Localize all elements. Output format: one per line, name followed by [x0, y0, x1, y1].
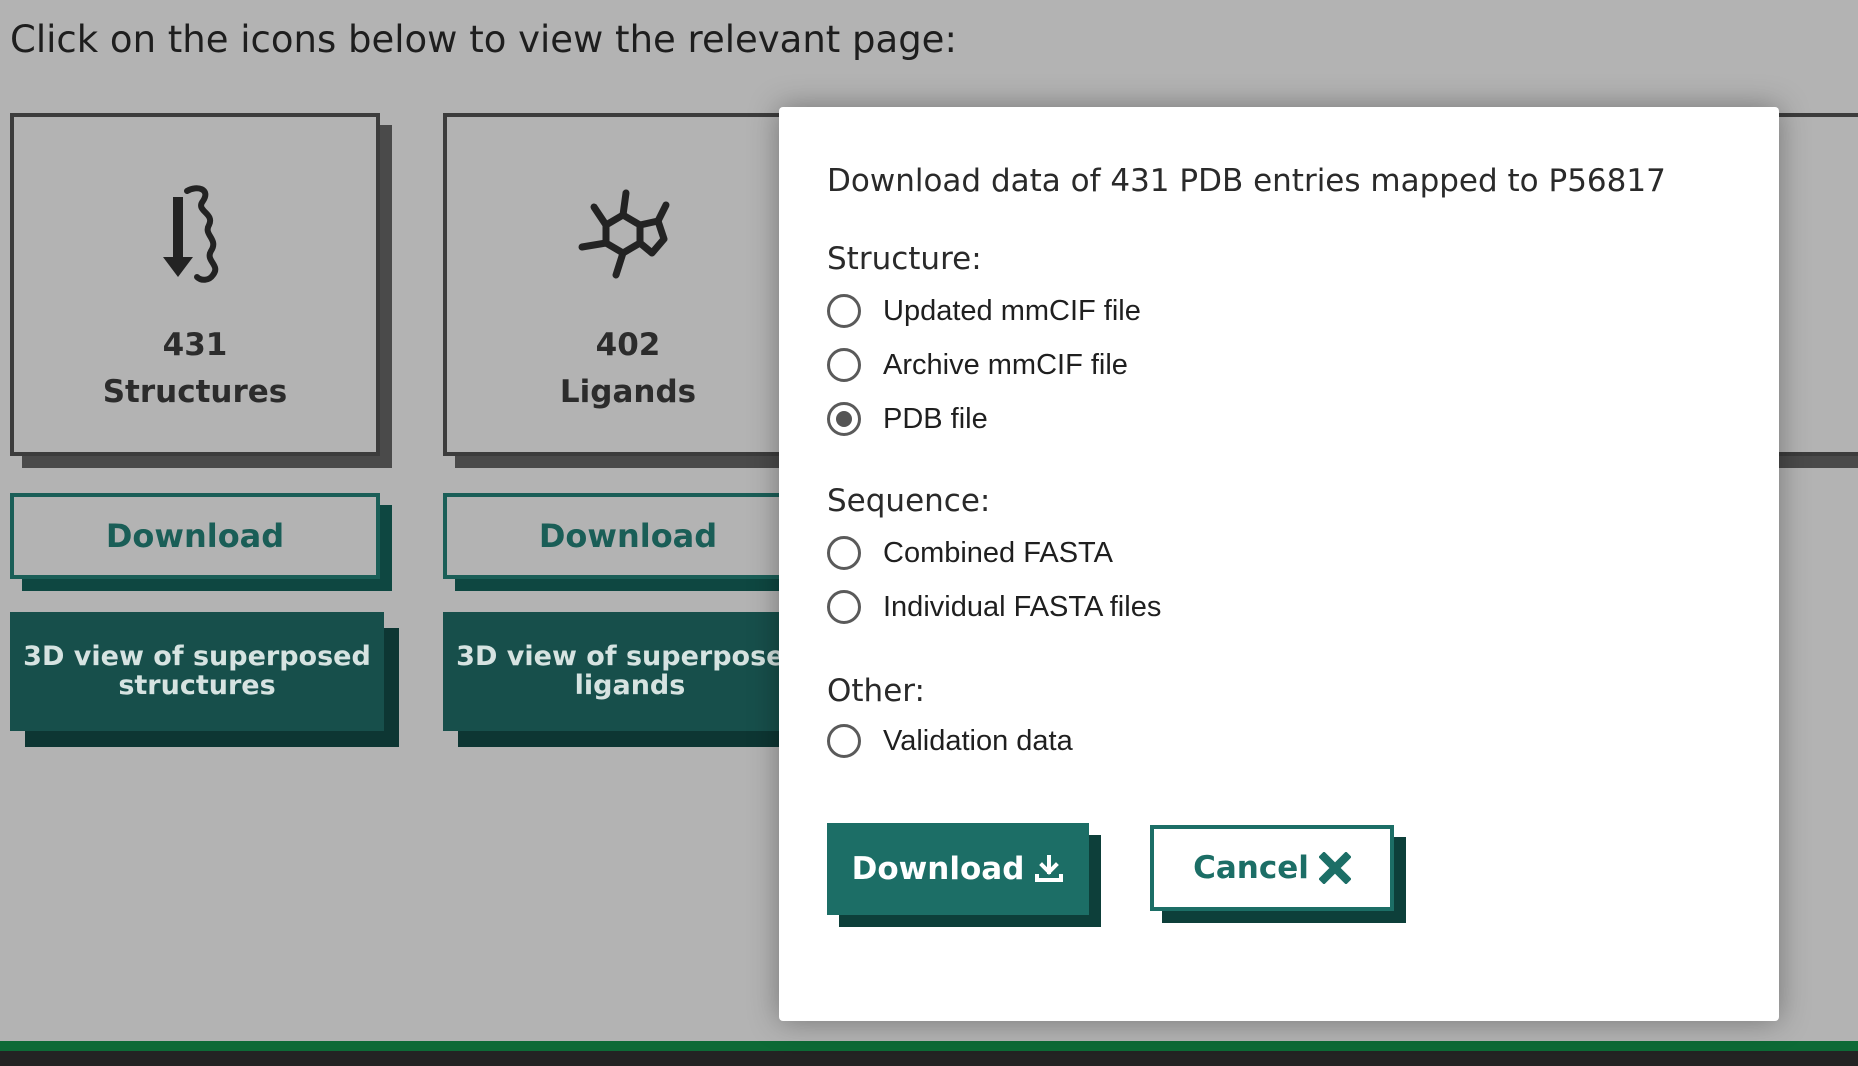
structures-card[interactable]: 431 Structures	[10, 113, 380, 456]
ligands-card[interactable]: 402 Ligands	[443, 113, 813, 456]
radio-button-selected[interactable]	[827, 402, 861, 436]
partial-card[interactable]	[1770, 113, 1858, 456]
dialog-cancel-button[interactable]: Cancel	[1150, 825, 1394, 911]
ligand-molecule-icon	[578, 189, 670, 279]
dialog-cancel-label: Cancel	[1193, 850, 1309, 886]
radio-label: PDB file	[883, 402, 988, 435]
other-section-heading: Other:	[827, 673, 925, 709]
download-arrow-icon	[1034, 854, 1064, 884]
radio-label: Validation data	[883, 724, 1073, 757]
radio-button[interactable]	[827, 294, 861, 328]
structure-section-heading: Structure:	[827, 241, 982, 277]
download-dialog: Download data of 431 PDB entries mapped …	[779, 107, 1779, 1021]
structures-label: Structures	[102, 374, 288, 410]
radio-button[interactable]	[827, 536, 861, 570]
structures-count: 431	[162, 327, 228, 363]
radio-label: Individual FASTA files	[883, 590, 1162, 623]
radio-option-updated-mmcif[interactable]: Updated mmCIF file	[827, 289, 1141, 333]
radio-button[interactable]	[827, 348, 861, 382]
dialog-title: Download data of 431 PDB entries mapped …	[827, 163, 1666, 199]
radio-button[interactable]	[827, 724, 861, 758]
protein-structure-icon	[163, 185, 219, 283]
structures-3d-view-button[interactable]: 3D view of superposed structures	[10, 612, 384, 731]
ligands-count: 402	[595, 327, 661, 363]
radio-option-validation-data[interactable]: Validation data	[827, 719, 1073, 763]
close-x-icon	[1318, 852, 1351, 884]
structures-download-button[interactable]: Download	[10, 493, 380, 579]
ligands-3d-view-button[interactable]: 3D view of superposed ligands	[443, 612, 817, 731]
radio-option-combined-fasta[interactable]: Combined FASTA	[827, 531, 1113, 575]
radio-option-individual-fasta[interactable]: Individual FASTA files	[827, 585, 1161, 629]
sequence-section-heading: Sequence:	[827, 483, 991, 519]
footer-bar	[0, 1051, 1858, 1066]
radio-label: Combined FASTA	[883, 536, 1113, 569]
radio-option-archive-mmcif[interactable]: Archive mmCIF file	[827, 343, 1128, 387]
ligands-label: Ligands	[559, 374, 697, 410]
radio-button[interactable]	[827, 590, 861, 624]
intro-heading: Click on the icons below to view the rel…	[10, 18, 957, 61]
radio-label: Archive mmCIF file	[883, 348, 1128, 381]
ligands-download-button[interactable]: Download	[443, 493, 813, 579]
radio-option-pdb-file[interactable]: PDB file	[827, 397, 988, 441]
dialog-download-label: Download	[851, 851, 1025, 887]
dialog-download-button[interactable]: Download	[827, 823, 1089, 915]
footer-accent-bar	[0, 1041, 1858, 1051]
radio-label: Updated mmCIF file	[883, 294, 1141, 327]
